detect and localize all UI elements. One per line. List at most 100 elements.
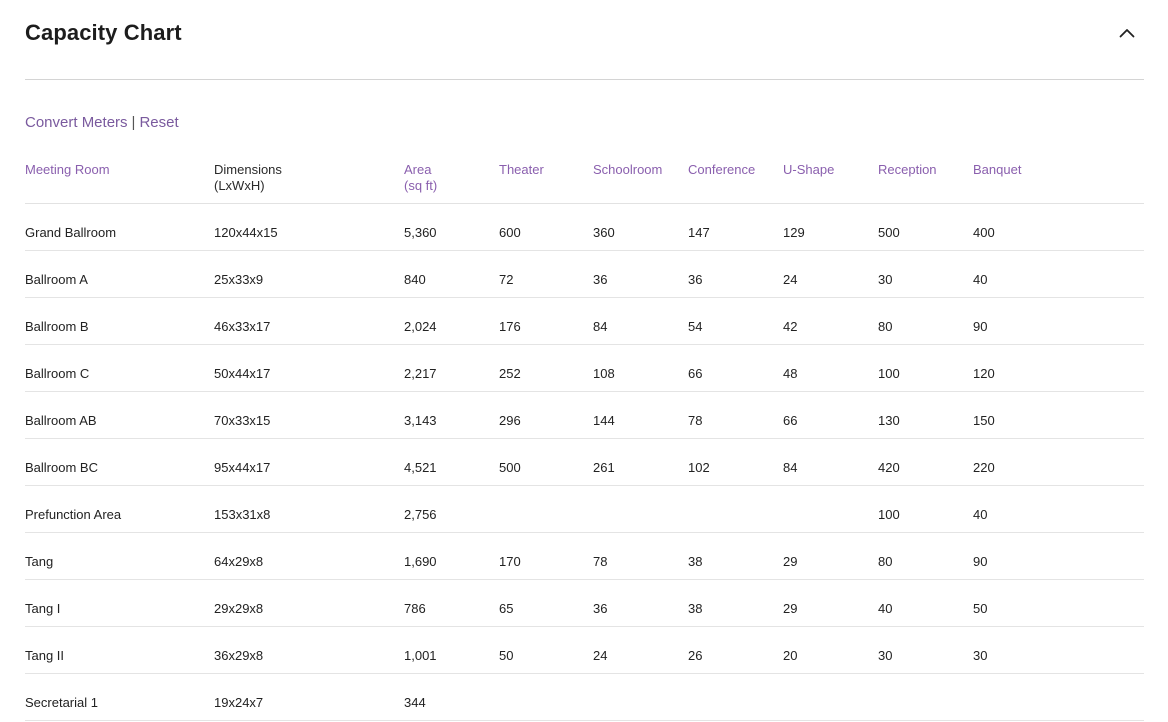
cell-u-shape: 29 bbox=[783, 554, 798, 569]
header-dimensions[interactable]: Dimensions (LxWxH) bbox=[214, 162, 282, 194]
cell-room: Grand Ballroom bbox=[25, 225, 117, 240]
cell-room: Ballroom B bbox=[25, 319, 89, 334]
cell-banquet: 120 bbox=[973, 366, 995, 381]
table-row: Ballroom B 46x33x17 2,024 176 84 54 42 80 90 bbox=[25, 298, 1144, 345]
cell-conference: 66 bbox=[688, 366, 703, 381]
cell-theater: 500 bbox=[499, 460, 521, 475]
cell-u-shape: 129 bbox=[783, 225, 805, 240]
cell-dimensions: 19x24x7 bbox=[214, 695, 264, 710]
cell-area: 2,024 bbox=[404, 319, 437, 334]
table-row: Secretarial 1 19x24x7 344 bbox=[25, 674, 1144, 721]
panel-header: Capacity Chart bbox=[25, 0, 1144, 80]
cell-u-shape: 24 bbox=[783, 272, 798, 287]
cell-room: Tang bbox=[25, 554, 54, 569]
table-row: Ballroom AB 70x33x15 3,143 296 144 78 66 130 150 bbox=[25, 392, 1144, 439]
header-label: Theater bbox=[499, 162, 544, 177]
header-conference[interactable]: Conference bbox=[688, 162, 755, 178]
cell-theater: 600 bbox=[499, 225, 521, 240]
header-schoolroom[interactable]: Schoolroom bbox=[593, 162, 662, 178]
cell-dimensions: 153x31x8 bbox=[214, 507, 271, 522]
cell-schoolroom: 108 bbox=[593, 366, 615, 381]
cell-room: Tang II bbox=[25, 648, 65, 663]
cell-u-shape: 42 bbox=[783, 319, 798, 334]
table-row: Tang I 29x29x8 786 65 36 38 29 40 50 bbox=[25, 580, 1144, 627]
cell-room: Secretarial 1 bbox=[25, 695, 98, 710]
link-separator: | bbox=[131, 114, 136, 131]
header-label: Schoolroom bbox=[593, 162, 663, 177]
cell-schoolroom: 84 bbox=[593, 319, 608, 334]
cell-area: 2,756 bbox=[404, 507, 437, 522]
convert-meters-link[interactable]: Convert Meters bbox=[25, 114, 128, 131]
cell-schoolroom: 78 bbox=[593, 554, 608, 569]
cell-area: 344 bbox=[404, 695, 426, 710]
cell-banquet: 220 bbox=[973, 460, 995, 475]
cell-banquet: 400 bbox=[973, 225, 995, 240]
cell-u-shape: 20 bbox=[783, 648, 798, 663]
cell-banquet: 30 bbox=[973, 648, 988, 663]
cell-reception: 100 bbox=[878, 366, 900, 381]
cell-area: 786 bbox=[404, 601, 426, 616]
cell-reception: 130 bbox=[878, 413, 900, 428]
cell-area: 5,360 bbox=[404, 225, 437, 240]
cell-room: Ballroom AB bbox=[25, 413, 97, 428]
header-sublabel: (LxWxH) bbox=[214, 178, 265, 193]
page-title: Capacity Chart bbox=[25, 20, 182, 45]
cell-theater: 252 bbox=[499, 366, 521, 381]
cell-conference: 26 bbox=[688, 648, 703, 663]
table-row: Ballroom BC 95x44x17 4,521 500 261 102 84 420 22… bbox=[25, 439, 1144, 486]
cell-banquet: 50 bbox=[973, 601, 988, 616]
cell-u-shape: 48 bbox=[783, 366, 798, 381]
cell-theater: 170 bbox=[499, 554, 521, 569]
cell-area: 1,001 bbox=[404, 648, 437, 663]
header-label: Reception bbox=[878, 162, 937, 177]
cell-room: Ballroom C bbox=[25, 366, 90, 381]
cell-banquet: 90 bbox=[973, 319, 988, 334]
header-area[interactable]: Area (sq ft) bbox=[404, 162, 437, 194]
cell-schoolroom: 36 bbox=[593, 601, 608, 616]
cell-theater: 65 bbox=[499, 601, 514, 616]
cell-reception: 420 bbox=[878, 460, 900, 475]
cell-u-shape: 29 bbox=[783, 601, 798, 616]
cell-area: 4,521 bbox=[404, 460, 437, 475]
cell-dimensions: 120x44x15 bbox=[214, 225, 278, 240]
cell-reception: 80 bbox=[878, 554, 893, 569]
header-theater[interactable]: Theater bbox=[499, 162, 544, 178]
header-meeting-room[interactable]: Meeting Room bbox=[25, 162, 110, 178]
cell-dimensions: 25x33x9 bbox=[214, 272, 264, 287]
reset-link[interactable]: Reset bbox=[139, 114, 178, 131]
cell-dimensions: 95x44x17 bbox=[214, 460, 271, 475]
cell-banquet: 40 bbox=[973, 507, 988, 522]
cell-theater: 72 bbox=[499, 272, 514, 287]
cell-dimensions: 50x44x17 bbox=[214, 366, 271, 381]
cell-conference: 147 bbox=[688, 225, 710, 240]
table-row: Tang 64x29x8 1,690 170 78 38 29 80 90 bbox=[25, 533, 1144, 580]
table-body: Grand Ballroom 120x44x15 5,360 600 360 147 129… bbox=[25, 204, 1144, 721]
cell-dimensions: 64x29x8 bbox=[214, 554, 264, 569]
header-reception[interactable]: Reception bbox=[878, 162, 937, 178]
cell-schoolroom: 36 bbox=[593, 272, 608, 287]
cell-area: 1,690 bbox=[404, 554, 437, 569]
cell-conference: 54 bbox=[688, 319, 703, 334]
cell-theater: 176 bbox=[499, 319, 521, 334]
cell-banquet: 90 bbox=[973, 554, 988, 569]
table-row: Ballroom C 50x44x17 2,217 252 108 66 48 100 120 bbox=[25, 345, 1144, 392]
header-banquet[interactable]: Banquet bbox=[973, 162, 1021, 178]
cell-dimensions: 36x29x8 bbox=[214, 648, 264, 663]
header-label: Meeting Room bbox=[25, 162, 110, 177]
cell-banquet: 150 bbox=[973, 413, 995, 428]
table-row: Prefunction Area 153x31x8 2,756 100 40 bbox=[25, 486, 1144, 533]
cell-schoolroom: 360 bbox=[593, 225, 615, 240]
cell-room: Ballroom A bbox=[25, 272, 88, 287]
collapse-button[interactable] bbox=[1116, 22, 1138, 44]
header-sublabel: (sq ft) bbox=[404, 178, 438, 193]
header-u-shape[interactable]: U-Shape bbox=[783, 162, 834, 178]
cell-reception: 40 bbox=[878, 601, 893, 616]
cell-theater: 50 bbox=[499, 648, 514, 663]
cell-conference: 78 bbox=[688, 413, 703, 428]
table-header: Meeting Room Dimensions (LxWxH) Area (sq ft)… bbox=[25, 162, 1144, 204]
header-label: Banquet bbox=[973, 162, 1022, 177]
cell-room: Prefunction Area bbox=[25, 507, 122, 522]
cell-room: Ballroom BC bbox=[25, 460, 98, 475]
cell-reception: 500 bbox=[878, 225, 900, 240]
cell-conference: 38 bbox=[688, 554, 703, 569]
